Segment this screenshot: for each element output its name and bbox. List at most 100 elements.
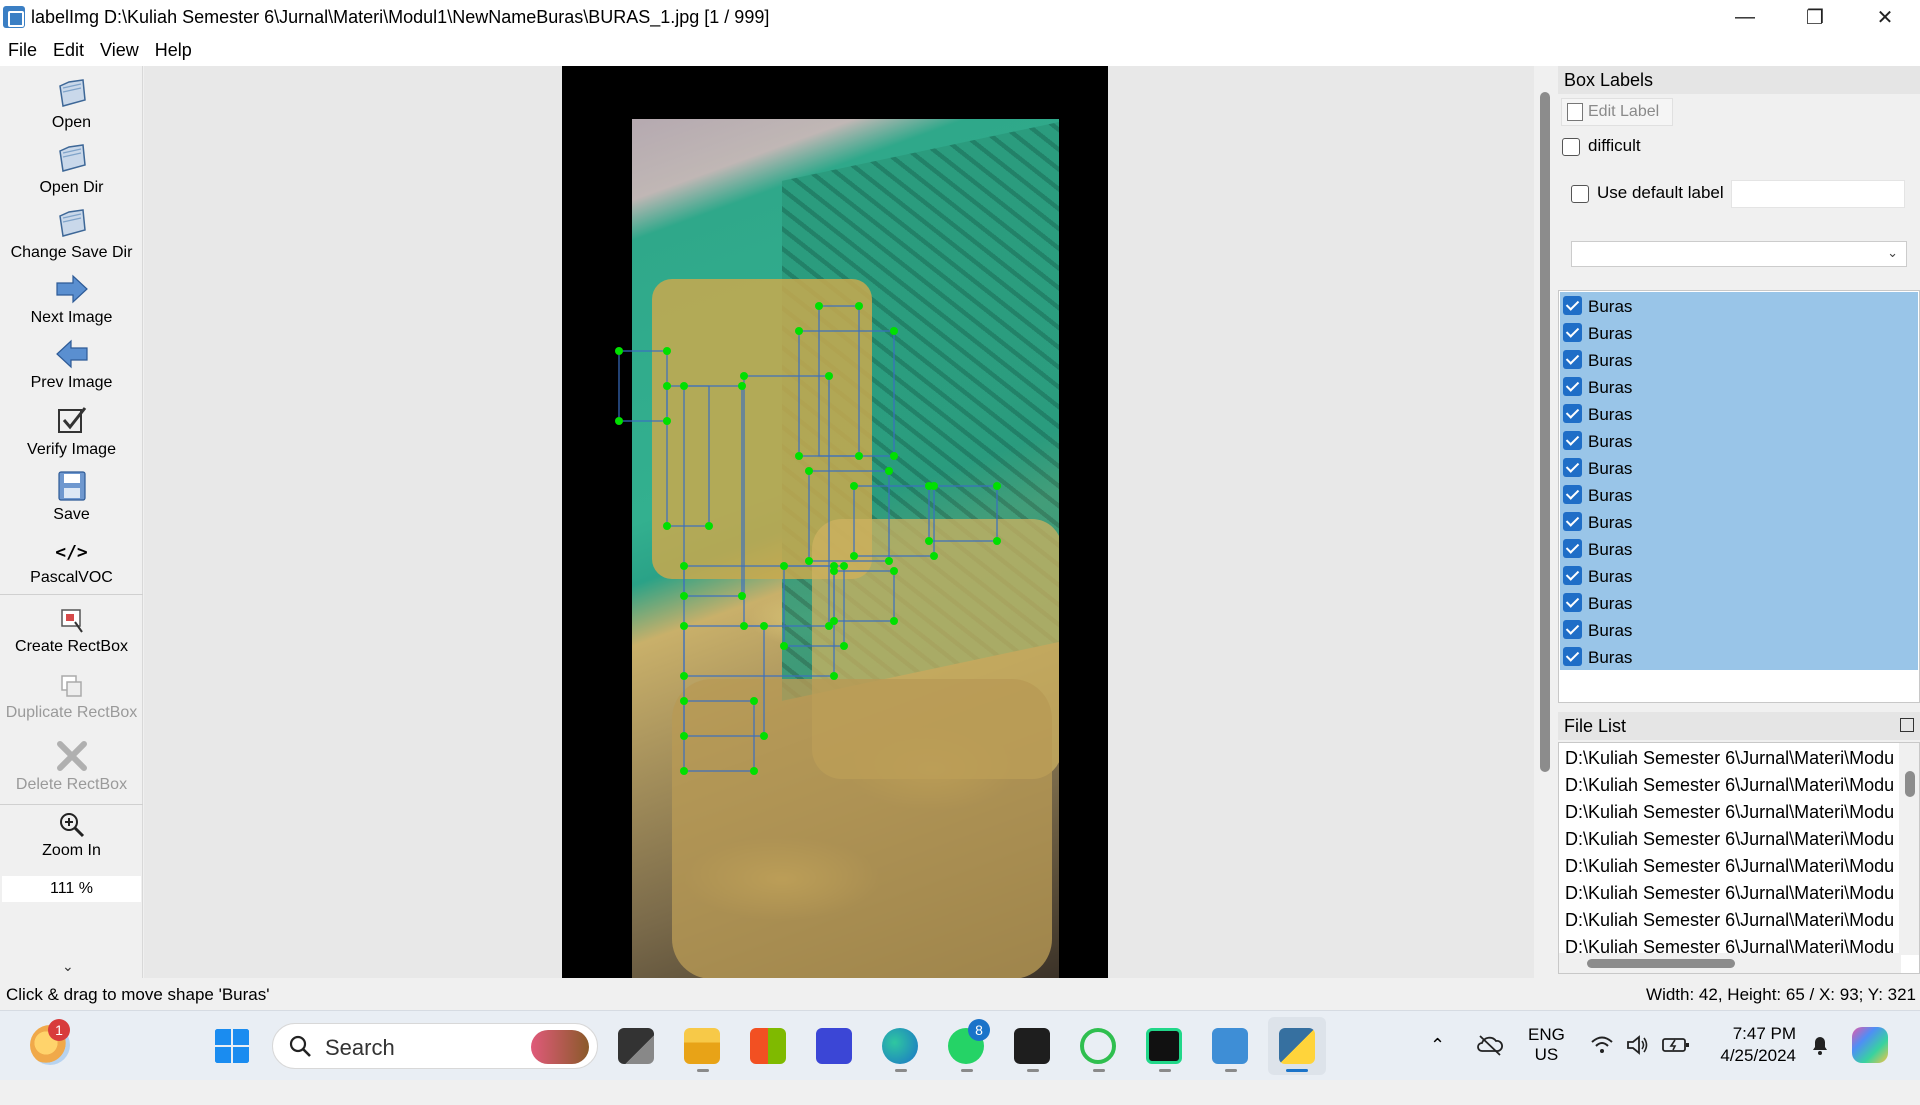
- checked-checkbox-icon[interactable]: [1563, 647, 1582, 667]
- open-button[interactable]: Open: [0, 78, 143, 132]
- checked-checkbox-icon[interactable]: [1563, 458, 1582, 478]
- label-list-item[interactable]: Buras: [1563, 455, 1632, 482]
- label-list-item[interactable]: Buras: [1563, 482, 1632, 509]
- checked-checkbox-icon[interactable]: [1563, 323, 1582, 343]
- checked-checkbox-icon[interactable]: [1563, 404, 1582, 424]
- checked-checkbox-icon[interactable]: [1563, 377, 1582, 397]
- bounding-box-overlay[interactable]: [144, 66, 1534, 978]
- open-dir-button[interactable]: Open Dir: [0, 143, 143, 197]
- label-list[interactable]: Buras Buras Buras Buras Buras Buras Bura…: [1558, 290, 1920, 703]
- next-image-button[interactable]: Next Image: [0, 273, 143, 327]
- visual-studio-icon[interactable]: [816, 1028, 852, 1064]
- battery-charging-icon[interactable]: [1662, 1035, 1690, 1055]
- scrollbar-thumb[interactable]: [1587, 959, 1735, 968]
- windows-start-icon[interactable]: [214, 1028, 250, 1064]
- wifi-icon[interactable]: [1590, 1035, 1614, 1055]
- file-list-item[interactable]: D:\Kuliah Semester 6\Jurnal\Materi\Modu: [1565, 826, 1895, 853]
- checkbox-icon[interactable]: [1571, 184, 1589, 203]
- prev-image-button[interactable]: Prev Image: [0, 338, 143, 392]
- label-list-item[interactable]: Buras: [1563, 293, 1632, 320]
- file-list-horizontal-scrollbar[interactable]: [1559, 953, 1901, 973]
- create-rectbox-button[interactable]: Create RectBox: [0, 608, 143, 656]
- search-highlight-icon: [531, 1030, 589, 1064]
- checked-checkbox-icon[interactable]: [1563, 431, 1582, 451]
- file-list-vertical-scrollbar[interactable]: [1899, 743, 1919, 955]
- save-button[interactable]: Save: [0, 470, 143, 524]
- label-list-item[interactable]: Buras: [1563, 374, 1632, 401]
- file-explorer-icon[interactable]: [684, 1028, 720, 1064]
- label-list-item[interactable]: Buras: [1563, 401, 1632, 428]
- label-list-item[interactable]: Buras: [1563, 563, 1632, 590]
- edge-browser-icon[interactable]: [882, 1028, 918, 1064]
- label-list-item[interactable]: Buras: [1563, 590, 1632, 617]
- menu-file[interactable]: File: [0, 40, 45, 61]
- microsoft-store-icon[interactable]: [750, 1028, 786, 1064]
- toolbar-extension-icon[interactable]: ⌄: [62, 958, 74, 975]
- label-list-item[interactable]: Buras: [1563, 509, 1632, 536]
- checked-checkbox-icon[interactable]: [1563, 350, 1582, 370]
- checked-checkbox-icon[interactable]: [1563, 593, 1582, 613]
- close-icon[interactable]: ✕: [1850, 0, 1920, 34]
- undock-icon[interactable]: [1900, 718, 1914, 732]
- menu-help[interactable]: Help: [147, 40, 200, 61]
- onedrive-offline-icon[interactable]: [1476, 1033, 1504, 1057]
- label-list-item[interactable]: Buras: [1563, 428, 1632, 455]
- checked-checkbox-icon[interactable]: [1563, 539, 1582, 559]
- refresh-app-icon[interactable]: [1080, 1028, 1116, 1064]
- checked-checkbox-icon[interactable]: [1563, 566, 1582, 586]
- canvas-vertical-scrollbar[interactable]: [1534, 66, 1554, 978]
- taskbar-search[interactable]: Search: [272, 1023, 598, 1069]
- difficult-checkbox[interactable]: difficult: [1562, 136, 1641, 156]
- checked-checkbox-icon[interactable]: [1563, 620, 1582, 640]
- language-indicator[interactable]: ENG US: [1528, 1025, 1565, 1095]
- volume-icon[interactable]: [1626, 1035, 1650, 1055]
- label-list-item[interactable]: Buras: [1563, 644, 1632, 671]
- label-combo-box[interactable]: ⌄: [1571, 241, 1907, 267]
- checked-checkbox-icon[interactable]: [1563, 485, 1582, 505]
- verify-image-button[interactable]: Verify Image: [0, 405, 143, 459]
- file-list-item[interactable]: D:\Kuliah Semester 6\Jurnal\Materi\Modu: [1565, 880, 1895, 907]
- file-list-item[interactable]: D:\Kuliah Semester 6\Jurnal\Materi\Modu: [1565, 853, 1895, 880]
- checked-checkbox-icon[interactable]: [1563, 296, 1582, 316]
- restore-icon[interactable]: ❐: [1780, 0, 1850, 34]
- duplicate-rectbox-button[interactable]: Duplicate RectBox: [0, 674, 143, 722]
- file-list[interactable]: D:\Kuliah Semester 6\Jurnal\Materi\Modu …: [1558, 742, 1920, 974]
- default-label-input[interactable]: [1731, 180, 1905, 208]
- notepad-icon[interactable]: [1212, 1028, 1248, 1064]
- delete-rectbox-button[interactable]: Delete RectBox: [0, 740, 143, 794]
- create-rectbox-icon: [60, 609, 83, 633]
- checked-checkbox-icon[interactable]: [1563, 512, 1582, 532]
- chevron-down-icon[interactable]: ⌄: [1887, 245, 1898, 261]
- label-list-item[interactable]: Buras: [1563, 536, 1632, 563]
- file-list-item[interactable]: D:\Kuliah Semester 6\Jurnal\Materi\Modu: [1565, 745, 1895, 772]
- scrollbar-thumb[interactable]: [1905, 771, 1915, 797]
- copilot-icon[interactable]: [1852, 1027, 1888, 1063]
- scrollbar-thumb[interactable]: [1540, 92, 1550, 772]
- task-view-icon[interactable]: [618, 1028, 654, 1064]
- pycharm-icon[interactable]: [1146, 1028, 1182, 1064]
- menu-view[interactable]: View: [92, 40, 147, 61]
- zoom-in-button[interactable]: Zoom In: [0, 812, 143, 860]
- image-canvas[interactable]: [144, 66, 1534, 978]
- clock[interactable]: 7:47 PM 4/25/2024: [1712, 1023, 1796, 1093]
- notification-bell-icon[interactable]: [1808, 1033, 1832, 1057]
- zoom-spinbox[interactable]: 111 %: [2, 876, 141, 902]
- label-list-item[interactable]: Buras: [1563, 320, 1632, 347]
- label-list-item[interactable]: Buras: [1563, 347, 1632, 374]
- use-default-label-checkbox[interactable]: Use default label: [1571, 183, 1724, 203]
- python-labelimg-icon[interactable]: [1279, 1028, 1315, 1064]
- format-pascalvoc-button[interactable]: </> PascalVOC: [0, 542, 143, 587]
- checkbox-icon[interactable]: [1562, 137, 1580, 156]
- file-list-item[interactable]: D:\Kuliah Semester 6\Jurnal\Materi\Modu: [1565, 934, 1895, 954]
- edit-label-button[interactable]: Edit Label: [1561, 98, 1673, 126]
- file-list-item[interactable]: D:\Kuliah Semester 6\Jurnal\Materi\Modu: [1565, 799, 1895, 826]
- menu-edit[interactable]: Edit: [45, 40, 92, 61]
- change-save-dir-button[interactable]: Change Save Dir: [0, 208, 143, 262]
- label-list-item[interactable]: Buras: [1563, 617, 1632, 644]
- file-list-item[interactable]: D:\Kuliah Semester 6\Jurnal\Materi\Modu: [1565, 907, 1895, 934]
- file-list-item[interactable]: D:\Kuliah Semester 6\Jurnal\Materi\Modu: [1565, 772, 1895, 799]
- show-hidden-icons-chevron-icon[interactable]: ⌃: [1430, 1035, 1445, 1105]
- terminal-icon[interactable]: [1014, 1028, 1050, 1064]
- status-bar: Click & drag to move shape 'Buras' Width…: [0, 980, 1920, 1010]
- minimize-icon[interactable]: —: [1710, 0, 1780, 34]
